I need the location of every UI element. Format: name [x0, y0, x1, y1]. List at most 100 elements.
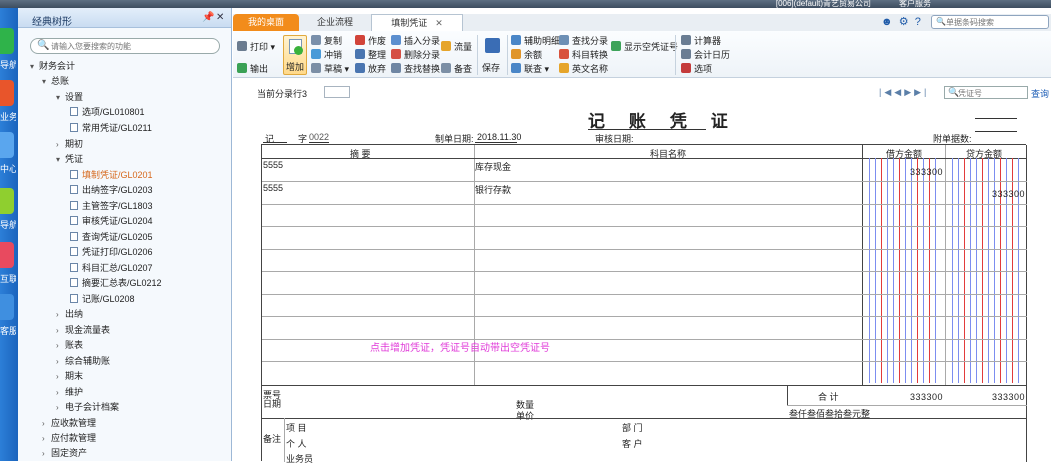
tree-item[interactable]: 出纳签字/GL0203 — [70, 183, 153, 197]
export-button[interactable]: 输出 — [237, 63, 268, 76]
tree-item[interactable]: › 维护 — [56, 385, 83, 399]
close-icon[interactable]: ✕ — [216, 12, 224, 23]
tidy-button[interactable]: 整理 — [355, 49, 386, 62]
tree-item[interactable]: ▾ 财务会计 — [30, 59, 75, 73]
abandon-button[interactable]: 放弃 — [355, 63, 386, 76]
tree-item[interactable]: 摘要汇总表/GL0212 — [70, 276, 162, 290]
account-convert-button[interactable]: 科目转换 — [559, 49, 608, 62]
last-icon[interactable]: ▶| — [914, 87, 929, 97]
tree-item[interactable]: 审核凭证/GL0204 — [70, 214, 153, 228]
tree-item[interactable]: › 固定资产 — [42, 446, 87, 460]
tree-item[interactable]: 主管签字/GL1803 — [70, 199, 153, 213]
print-button[interactable]: 打印 ▾ — [237, 41, 275, 54]
module-business[interactable]: 业务 — [0, 80, 18, 126]
total-label: 合 计 — [818, 392, 839, 402]
smile-icon[interactable]: ☻ — [881, 16, 893, 28]
tree-item[interactable]: › 期末 — [56, 369, 83, 383]
voucher-date[interactable]: 2018.11.30 — [477, 132, 521, 142]
options-button[interactable]: 选项 — [681, 63, 712, 76]
nav-search[interactable]: 🔍 — [30, 38, 220, 54]
calculator-button[interactable]: 计算器 — [681, 35, 721, 48]
tree-item[interactable]: ▾ 总账 — [42, 74, 69, 88]
summary-header: 摘 要 — [350, 149, 371, 159]
pin-icon[interactable]: 📌 — [202, 12, 214, 23]
insert-entry-button[interactable]: 插入分录 — [391, 35, 440, 48]
tree-item[interactable]: › 出纳 — [56, 307, 83, 321]
hint-annotation: 点击增加凭证，凭证号自动带出空凭证号 — [370, 343, 550, 354]
row1-debit[interactable]: 333300 — [910, 167, 943, 177]
tab-voucher[interactable]: 填制凭证 ✕ — [371, 14, 463, 31]
tree-item[interactable]: 凭证打印/GL0206 — [70, 245, 153, 259]
tree-item[interactable]: › 电子会计档案 — [56, 400, 119, 414]
module-service[interactable]: 客服 — [0, 294, 18, 340]
query-button[interactable]: 查询 — [1031, 87, 1049, 100]
memo-button[interactable]: 备查 — [441, 63, 472, 76]
tree-item[interactable]: › 账表 — [56, 338, 83, 352]
voucher-search-input[interactable] — [958, 88, 1026, 98]
barcode-search-input[interactable] — [946, 17, 1046, 27]
tree-item[interactable]: ▾ 凭证 — [56, 152, 83, 166]
customer-label: 客 户 — [622, 439, 643, 449]
tree-item[interactable]: 记账/GL0208 — [70, 292, 135, 306]
add-button[interactable]: 增加 — [283, 35, 307, 75]
link-query-button[interactable]: 联查 ▾ — [511, 63, 549, 76]
voucher-search[interactable]: 🔍 — [944, 86, 1028, 99]
module-connect[interactable]: 互联 — [0, 242, 18, 288]
balance-button[interactable]: 余额 — [511, 49, 542, 62]
tree-item[interactable]: 常用凭证/GL0211 — [70, 121, 152, 135]
voucher-no[interactable]: 0022 — [309, 132, 329, 142]
tab-desktop[interactable]: 我的桌面 — [233, 14, 299, 31]
first-icon[interactable]: |◀ — [879, 87, 894, 97]
toolbar: 打印 ▾ 输出 增加 复制 冲销 草稿 ▾ 作废 整理 放弃 插入分录 删除分录… — [233, 31, 1051, 78]
tree-item[interactable]: › 应付款管理 — [42, 431, 96, 445]
reverse-button[interactable]: 冲销 — [311, 49, 342, 62]
find-entry-button[interactable]: 查找分录 — [559, 35, 608, 48]
module-center[interactable]: 中心 — [0, 132, 18, 178]
row2-subject[interactable]: 银行存款 — [475, 183, 511, 196]
draft-button[interactable]: 草稿 ▾ — [311, 63, 349, 76]
nav-search-input[interactable] — [51, 41, 211, 52]
void-button[interactable]: 作废 — [355, 35, 386, 48]
person-label: 个 人 — [286, 439, 307, 449]
tree-item[interactable]: › 综合辅助账 — [56, 354, 110, 368]
tree-item[interactable]: › 现金流量表 — [56, 323, 110, 337]
voucher-area: 当前分录行3 |◀◀▶▶| 🔍 查询 记 账 凭 证 记 字 0022 制单日期… — [233, 78, 1051, 464]
tree-item[interactable]: ▾ 设置 — [56, 90, 83, 104]
tree-item[interactable]: 科目汇总/GL0207 — [70, 261, 153, 275]
show-blank-no-button[interactable]: 显示空凭证号 — [611, 41, 678, 54]
english-name-button[interactable]: 英文名称 — [559, 63, 608, 76]
aux-detail-button[interactable]: 辅助明细 — [511, 35, 560, 48]
row2-summary[interactable]: 5555 — [263, 183, 283, 193]
find-replace-button[interactable]: 查找替换 — [391, 63, 440, 76]
tree-item[interactable]: › 期初 — [56, 137, 83, 151]
plus-icon — [294, 46, 303, 55]
subject-header: 科目名称 — [650, 149, 687, 159]
nav-title: 经典树形 — [32, 17, 72, 28]
settings-icon[interactable]: ⚙ — [899, 16, 909, 28]
tab-bar: 我的桌面 企业流程 填制凭证 ✕ ☻ ⚙ ? 🔍 — [233, 14, 1051, 31]
close-tab-icon[interactable]: ✕ — [435, 18, 443, 28]
tree-item[interactable]: 查询凭证/GL0205 — [70, 230, 153, 244]
save-button[interactable]: 保存 — [481, 35, 505, 75]
module-nav-2[interactable]: 导航 — [0, 188, 18, 234]
service-menu[interactable]: 客户服务 — [899, 0, 931, 9]
save-icon — [485, 38, 500, 53]
copy-button[interactable]: 复制 — [311, 35, 342, 48]
calendar-button[interactable]: 会计日历 — [681, 49, 730, 62]
help-icon[interactable]: ? — [915, 16, 921, 28]
row1-summary[interactable]: 5555 — [263, 160, 283, 170]
pager[interactable]: |◀◀▶▶| — [879, 87, 929, 98]
tree-item[interactable]: › 应收款管理 — [42, 416, 96, 430]
row1-subject[interactable]: 库存现金 — [475, 160, 511, 173]
row2-credit[interactable]: 333300 — [992, 189, 1025, 199]
barcode-search[interactable]: 🔍 — [931, 15, 1049, 29]
total-debit: 333300 — [910, 392, 944, 402]
module-nav-1[interactable]: 导航 — [0, 28, 18, 74]
tab-process[interactable]: 企业流程 — [299, 14, 371, 31]
delete-entry-button[interactable]: 删除分录 — [391, 49, 440, 62]
prev-icon[interactable]: ◀ — [894, 87, 904, 97]
tree-item[interactable]: 选项/GL010801 — [70, 105, 145, 119]
tree-item-active[interactable]: 填制凭证/GL0201 — [70, 168, 153, 182]
flow-button[interactable]: 流量 — [441, 41, 472, 54]
next-icon[interactable]: ▶ — [904, 87, 914, 97]
